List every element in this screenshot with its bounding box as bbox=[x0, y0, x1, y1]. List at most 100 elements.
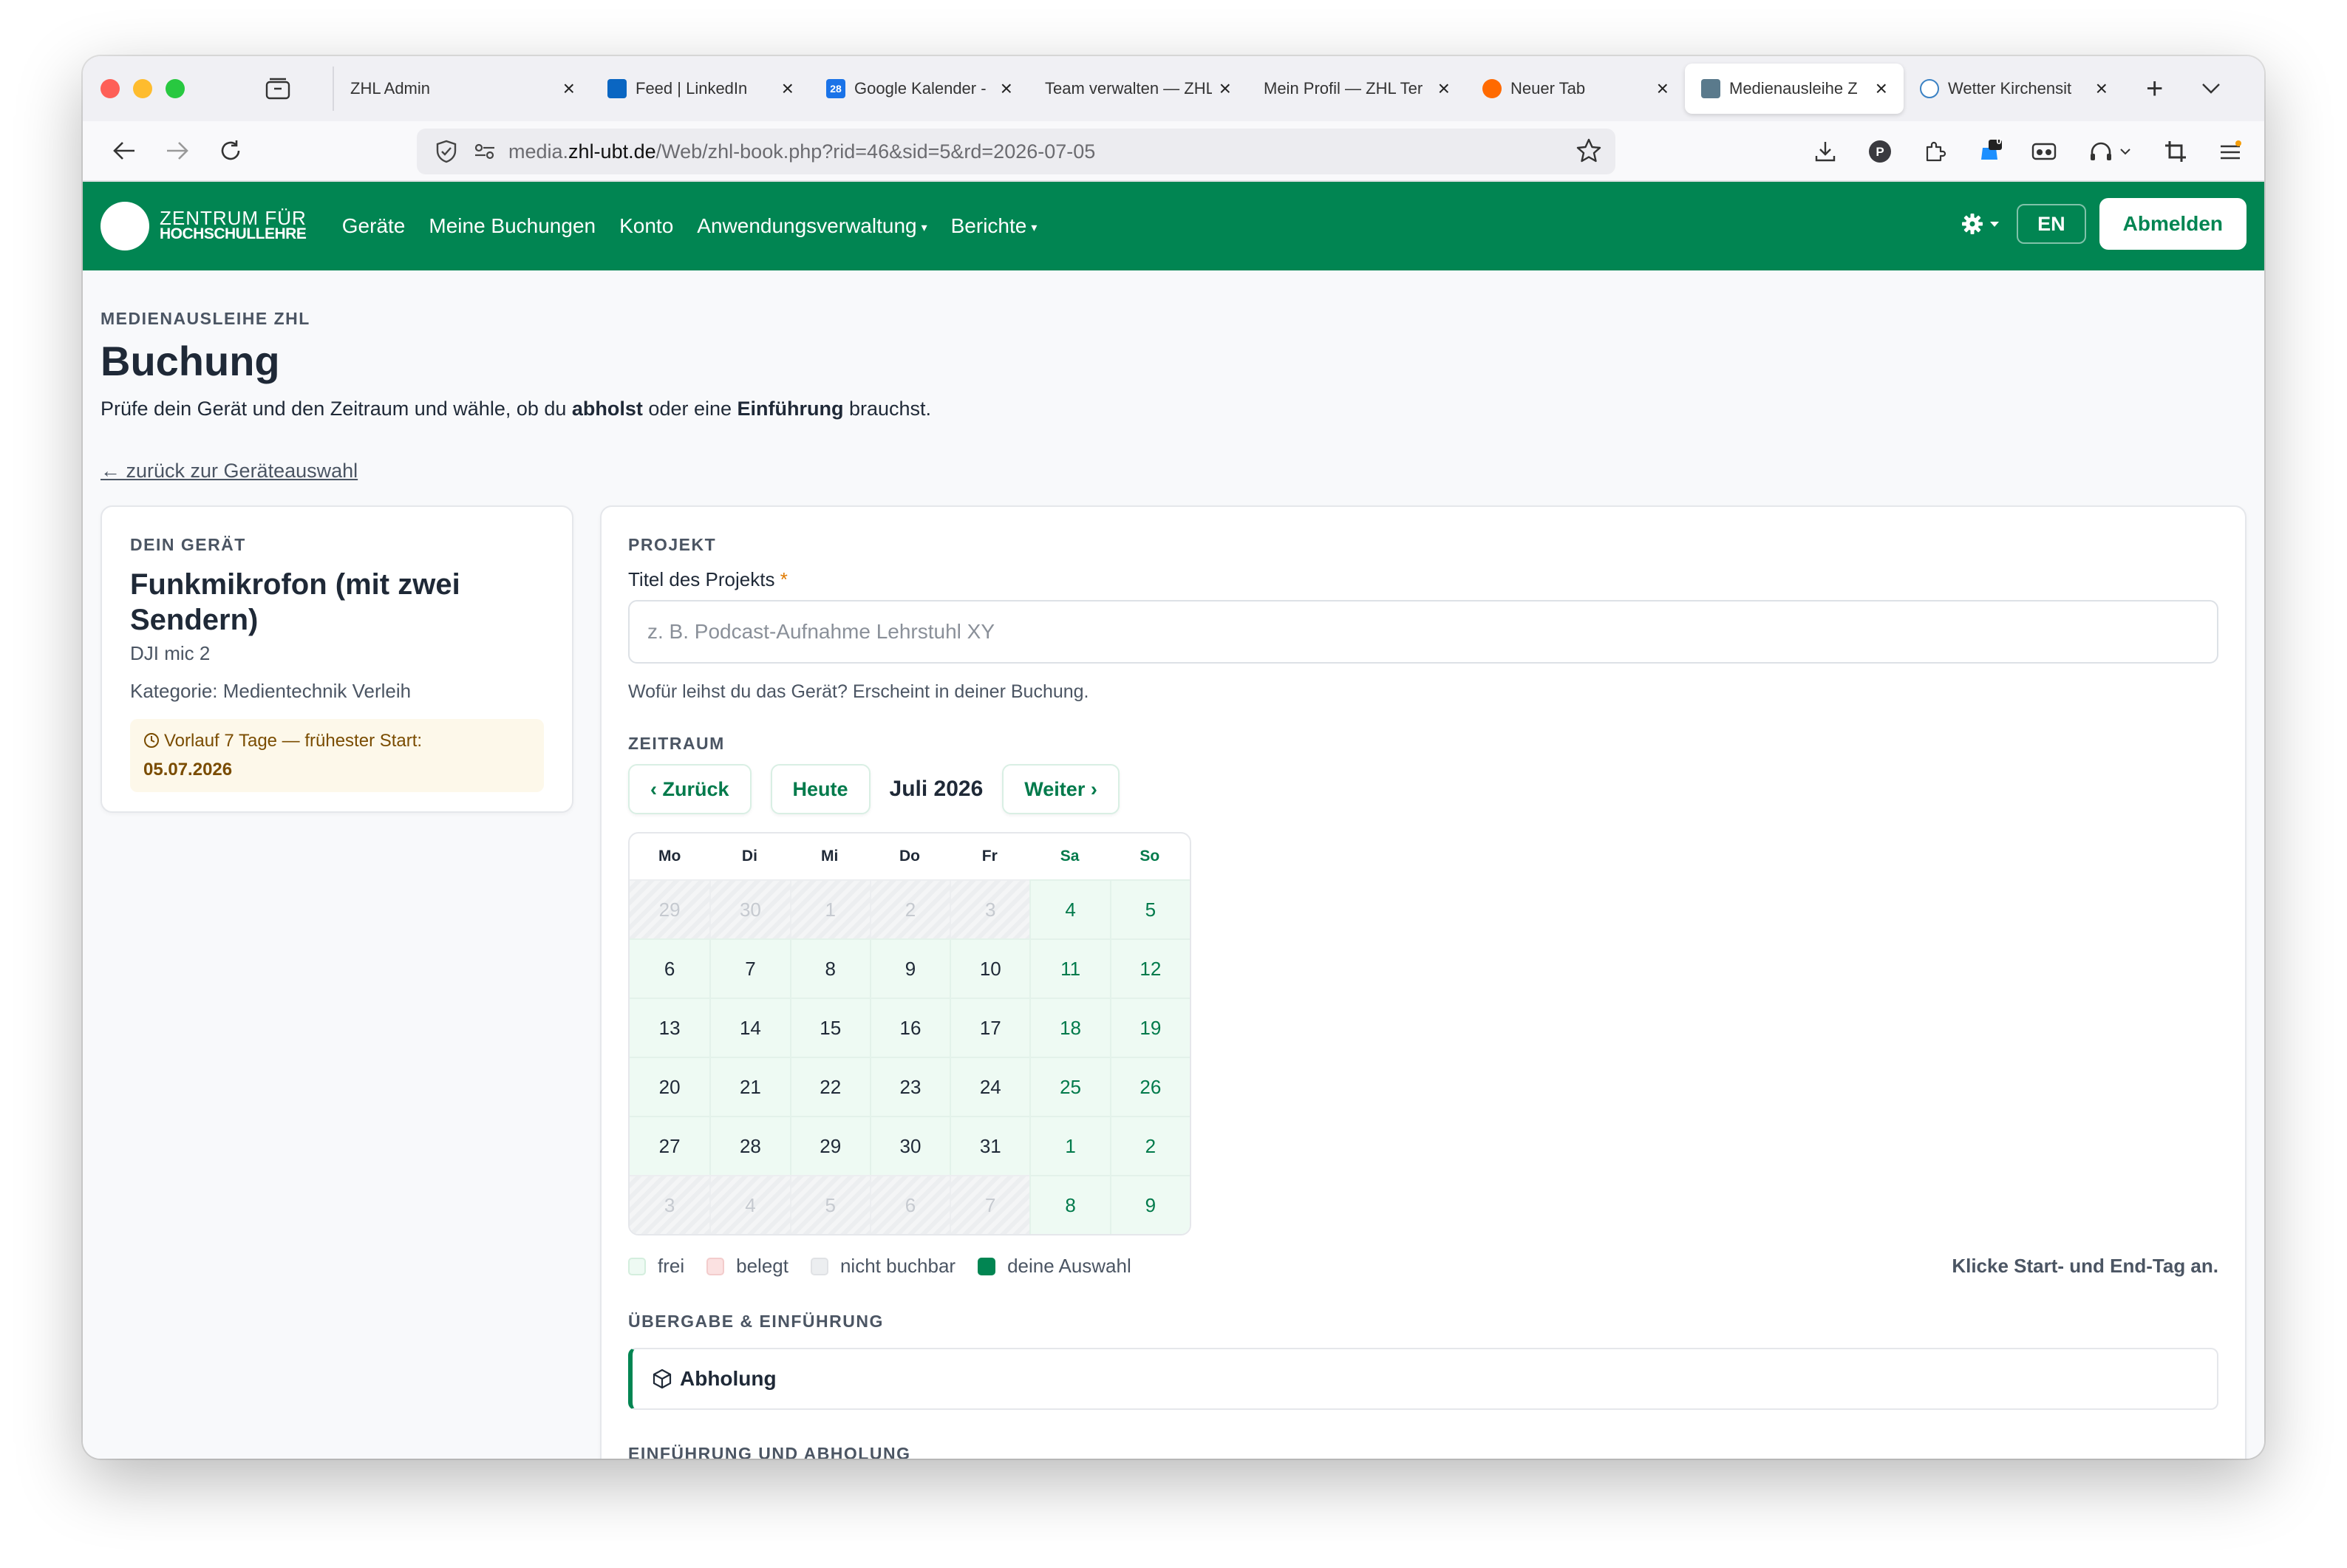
app-menu-icon[interactable] bbox=[2215, 137, 2245, 166]
calendar-day[interactable]: 27 bbox=[630, 1116, 710, 1175]
nav-item-4[interactable]: Anwendungsverwaltung ▾ bbox=[697, 214, 927, 238]
tab-overview-button[interactable] bbox=[223, 67, 334, 111]
tab-close-icon[interactable]: × bbox=[1001, 77, 1012, 100]
calendar-prev-button[interactable]: ‹ Zurück bbox=[628, 764, 752, 814]
browser-tab[interactable]: 28 Google Kalender - × bbox=[810, 64, 1029, 114]
calendar-next-button[interactable]: Weiter › bbox=[1002, 764, 1120, 814]
tab-label: Google Kalender - bbox=[854, 79, 987, 98]
address-bar[interactable]: media.zhl-ubt.de/Web/zhl-book.php?rid=46… bbox=[417, 129, 1615, 174]
notification-badge-icon[interactable]: 0 bbox=[1975, 135, 2004, 166]
calendar-day[interactable]: 11 bbox=[1029, 938, 1110, 998]
calendar-day[interactable]: 24 bbox=[950, 1057, 1030, 1116]
tab-label: ZHL Admin bbox=[350, 79, 431, 98]
page-eyebrow: MEDIENAUSLEIHE ZHL bbox=[101, 309, 310, 328]
extension-p-icon[interactable]: P bbox=[1865, 137, 1895, 166]
browser-tab[interactable]: ZHL Admin × bbox=[334, 64, 591, 114]
forward-arrow-icon[interactable] bbox=[151, 129, 204, 173]
calendar-day[interactable]: 30 bbox=[869, 1116, 950, 1175]
pickup-option[interactable]: Abholung bbox=[628, 1348, 2218, 1410]
back-to-device-selection-link[interactable]: ← zurück zur Geräteauswahl bbox=[101, 460, 358, 483]
calendar-day[interactable]: 14 bbox=[709, 998, 790, 1057]
puzzle-extensions-icon[interactable] bbox=[1920, 137, 1949, 166]
calendar-day[interactable]: 28 bbox=[709, 1116, 790, 1175]
calendar-day[interactable]: 29 bbox=[789, 1116, 870, 1175]
box-package-icon bbox=[652, 1368, 672, 1389]
tab-label: Wetter Kirchensit bbox=[1948, 79, 2072, 98]
site-logo[interactable] bbox=[101, 202, 149, 250]
tab-close-icon[interactable]: × bbox=[782, 77, 794, 100]
calendar-day[interactable]: 23 bbox=[869, 1057, 950, 1116]
calendar-day[interactable]: 9 bbox=[869, 938, 950, 998]
calendar-day[interactable]: 25 bbox=[1029, 1057, 1110, 1116]
calendar-day[interactable]: 26 bbox=[1109, 1057, 1190, 1116]
calendar-day[interactable]: 12 bbox=[1109, 938, 1190, 998]
browser-tab[interactable]: Feed | LinkedIn × bbox=[591, 64, 810, 114]
calendar-day[interactable]: 21 bbox=[709, 1057, 790, 1116]
calendar-day[interactable]: 17 bbox=[950, 998, 1030, 1057]
calendar-day[interactable]: 7 bbox=[709, 938, 790, 998]
calendar-day[interactable]: 4 bbox=[1029, 879, 1110, 938]
calendar-day[interactable]: 15 bbox=[789, 998, 870, 1057]
browser-tab[interactable]: Medienausleihe Z × bbox=[1685, 64, 1904, 114]
tab-close-icon[interactable]: × bbox=[563, 77, 575, 100]
calendar-day[interactable]: 2 bbox=[1109, 1116, 1190, 1175]
calendar-day[interactable]: 31 bbox=[950, 1116, 1030, 1175]
calendar-day[interactable]: 16 bbox=[869, 998, 950, 1057]
clock-icon bbox=[143, 730, 160, 757]
tab-label: Feed | LinkedIn bbox=[636, 79, 748, 98]
calendar-hint: Klicke Start- und End-Tag an. bbox=[1952, 1255, 2218, 1277]
calendar-day[interactable]: 5 bbox=[1109, 879, 1190, 938]
settings-dropdown[interactable] bbox=[1961, 212, 2000, 236]
browser-tab[interactable]: Neuer Tab × bbox=[1466, 64, 1685, 114]
project-title-input[interactable] bbox=[628, 600, 2218, 664]
calendar-day[interactable]: 9 bbox=[1109, 1175, 1190, 1234]
calendar-day[interactable]: 1 bbox=[1029, 1116, 1110, 1175]
tracking-shield-icon[interactable] bbox=[432, 140, 461, 163]
tab-close-icon[interactable]: × bbox=[2096, 77, 2108, 100]
tab-close-icon[interactable]: × bbox=[1438, 77, 1450, 100]
nav-item-label: Anwendungsverwaltung bbox=[697, 214, 917, 237]
download-icon[interactable] bbox=[1811, 137, 1840, 166]
calendar-day[interactable]: 8 bbox=[789, 938, 870, 998]
browser-tab[interactable]: Team verwalten — ZHL × bbox=[1029, 64, 1247, 114]
browser-tab[interactable]: Wetter Kirchensit × bbox=[1904, 64, 2124, 114]
url-text[interactable]: media.zhl-ubt.de/Web/zhl-book.php?rid=46… bbox=[508, 140, 1095, 163]
project-title-label: Titel des Projekts * bbox=[628, 568, 2218, 591]
calendar-day[interactable]: 20 bbox=[630, 1057, 710, 1116]
reader-glasses-icon[interactable] bbox=[2029, 137, 2059, 166]
site-logo-text[interactable]: ZENTRUM FÜR HOCHSCHULLEHRE bbox=[160, 208, 307, 242]
calendar-day[interactable]: 18 bbox=[1029, 998, 1110, 1057]
nav-item-1[interactable]: Geräte bbox=[342, 214, 406, 238]
close-window-button[interactable] bbox=[101, 79, 120, 98]
site-permissions-icon[interactable] bbox=[470, 143, 500, 160]
tab-list: ZHL Admin × Feed | LinkedIn × 28 Google Kalen… bbox=[334, 56, 2124, 121]
tab-label: Neuer Tab bbox=[1510, 79, 1586, 98]
crop-icon[interactable] bbox=[2161, 137, 2190, 166]
calendar-day[interactable]: 8 bbox=[1029, 1175, 1110, 1234]
tab-close-icon[interactable]: × bbox=[1876, 77, 1887, 100]
back-arrow-icon[interactable] bbox=[98, 129, 151, 173]
logout-button[interactable]: Abmelden bbox=[2099, 198, 2246, 250]
new-tab-plus-icon[interactable]: + bbox=[2146, 72, 2163, 106]
weekday-label: Do bbox=[899, 848, 920, 865]
tab-close-icon[interactable]: × bbox=[1219, 77, 1231, 100]
tab-list-chevron-icon[interactable] bbox=[2201, 83, 2221, 95]
calendar-day[interactable]: 22 bbox=[789, 1057, 870, 1116]
nav-item-5[interactable]: Berichte ▾ bbox=[951, 214, 1038, 238]
zoom-window-button[interactable] bbox=[166, 79, 185, 98]
calendar-day: 29 bbox=[630, 879, 710, 938]
language-button[interactable]: EN bbox=[2017, 204, 2086, 244]
calendar-day[interactable]: 10 bbox=[950, 938, 1030, 998]
calendar-day[interactable]: 13 bbox=[630, 998, 710, 1057]
bookmark-star-icon[interactable] bbox=[1576, 137, 1602, 169]
minimize-window-button[interactable] bbox=[133, 79, 152, 98]
calendar-day[interactable]: 19 bbox=[1109, 998, 1190, 1057]
tab-close-icon[interactable]: × bbox=[1657, 77, 1669, 100]
nav-item-3[interactable]: Konto bbox=[619, 214, 673, 238]
calendar-day[interactable]: 6 bbox=[630, 938, 710, 998]
reload-icon[interactable] bbox=[204, 129, 257, 173]
browser-tab[interactable]: Mein Profil — ZHL Ter × bbox=[1247, 64, 1466, 114]
headphones-icon[interactable] bbox=[2084, 137, 2136, 166]
nav-item-2[interactable]: Meine Buchungen bbox=[429, 214, 596, 238]
calendar-today-button[interactable]: Heute bbox=[770, 764, 871, 814]
